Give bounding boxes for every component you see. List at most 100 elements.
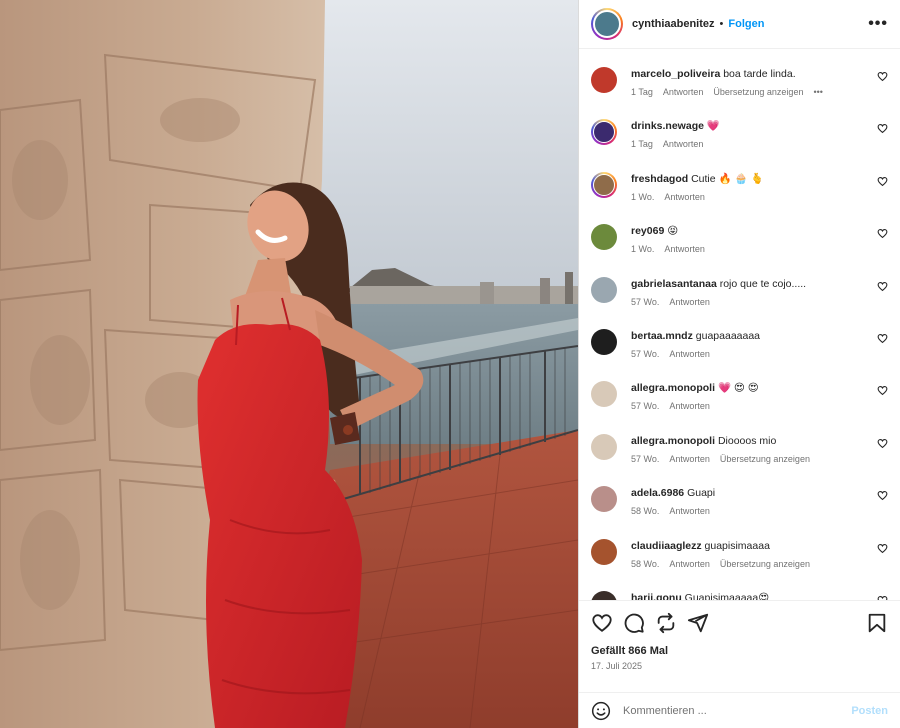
reply-button[interactable]: Antworten <box>669 349 710 359</box>
comment-heart-icon[interactable] <box>877 176 888 187</box>
commenter-username[interactable]: allegra.monopoli <box>631 435 715 447</box>
post-header: cynthiaabenitez • Folgen ••• <box>579 0 900 49</box>
heart-icon[interactable] <box>591 612 613 634</box>
commenter-avatar[interactable] <box>591 433 617 460</box>
comment-text: Guapi <box>687 487 716 500</box>
commenter-avatar[interactable] <box>591 171 617 198</box>
comment-heart-icon[interactable] <box>877 281 888 292</box>
comment-heart-icon[interactable] <box>877 490 888 501</box>
comment-time: 57 Wo. <box>631 401 660 412</box>
bookmark-icon[interactable] <box>866 612 888 634</box>
comment-more-icon[interactable]: ••• <box>813 87 822 97</box>
comment-heart-icon[interactable] <box>877 333 888 344</box>
comment-heart-icon[interactable] <box>877 543 888 554</box>
commenter-username[interactable]: drinks.newage <box>631 120 704 132</box>
comment-item: allegra.monopoli Dioooos mio 57 Wo. Antwor… <box>579 428 900 480</box>
comment-input[interactable] <box>623 704 852 717</box>
commenter-avatar[interactable] <box>591 538 617 565</box>
post-date: 17. Juli 2025 <box>591 661 643 671</box>
post-actions: Gefällt 866 Mal 17. Juli 2025 <box>579 600 900 692</box>
reply-button[interactable]: Antworten <box>669 506 710 516</box>
comments-list[interactable]: marcelo_poliveira boa tarde linda. 1 Tag A… <box>579 49 900 600</box>
commenter-username[interactable]: freshdagod <box>631 173 688 185</box>
translate-button[interactable]: Übersetzung anzeigen <box>720 454 810 464</box>
comment-text: 😝 <box>667 225 679 238</box>
author-avatar[interactable] <box>591 8 623 40</box>
post-photo[interactable] <box>0 0 578 728</box>
translate-button[interactable]: Übersetzung anzeigen <box>713 87 803 97</box>
comment-text: boa tarde linda. <box>723 68 796 80</box>
comment-item: rey069 😝 1 Wo. Antworten <box>579 218 900 270</box>
comment-time: 57 Wo. <box>631 453 660 464</box>
comment-time: 57 Wo. <box>631 348 660 359</box>
comment-time: 58 Wo. <box>631 506 660 517</box>
commenter-username[interactable]: marcelo_poliveira <box>631 68 720 80</box>
comment-heart-icon[interactable] <box>877 228 888 239</box>
reply-button[interactable]: Antworten <box>669 297 710 307</box>
commenter-username[interactable]: claudiiaaglezz <box>631 540 702 552</box>
author-username[interactable]: cynthiaabenitez <box>632 18 715 30</box>
reply-button[interactable]: Antworten <box>663 139 704 149</box>
comment-item: claudiiaaglezz guapisimaaaa 58 Wo. Antwort… <box>579 533 900 585</box>
comment-time: 58 Wo. <box>631 558 660 569</box>
comment-heart-icon[interactable] <box>877 385 888 396</box>
comment-item: drinks.newage 💗 1 Tag Antworten <box>579 113 900 165</box>
comment-item: marcelo_poliveira boa tarde linda. 1 Tag A… <box>579 61 900 113</box>
comment-heart-icon[interactable] <box>877 438 888 449</box>
comment-time: 1 Tag <box>631 87 653 97</box>
commenter-avatar[interactable] <box>591 486 617 513</box>
reply-button[interactable]: Antworten <box>669 401 710 411</box>
commenter-avatar[interactable] <box>591 224 617 251</box>
post-comment-button[interactable]: Posten <box>851 705 888 717</box>
commenter-username[interactable]: rey069 <box>631 225 664 237</box>
comment-composer: Posten <box>579 692 900 728</box>
share-icon[interactable] <box>687 612 709 634</box>
comment-text: guapaaaaaaa <box>695 329 761 342</box>
commenter-username[interactable]: harii.gonu <box>631 592 682 600</box>
commenter-avatar[interactable] <box>591 276 617 303</box>
comment-heart-icon[interactable] <box>877 595 888 600</box>
commenter-avatar[interactable] <box>591 67 617 93</box>
comment-icon[interactable] <box>623 612 645 634</box>
comment-item: freshdagod Cutie 🔥 🧁 🫰 1 Wo. Antworten <box>579 166 900 218</box>
commenter-avatar[interactable] <box>591 590 617 600</box>
commenter-avatar[interactable] <box>591 328 617 355</box>
reply-button[interactable]: Antworten <box>669 454 710 464</box>
comment-text: Dioooos mio <box>717 434 777 447</box>
comment-heart-icon[interactable] <box>877 123 888 134</box>
commenter-username[interactable]: adela.6986 <box>631 487 684 499</box>
post-image <box>0 0 578 728</box>
reply-button[interactable]: Antworten <box>664 244 705 254</box>
comment-item: bertaa.mndz guapaaaaaaa 57 Wo. Antworten <box>579 323 900 375</box>
comment-time: 1 Wo. <box>631 191 655 202</box>
comment-heart-icon[interactable] <box>877 71 888 82</box>
comment-text: 💗 😍 😍 <box>717 382 759 395</box>
comment-item: harii.gonu Guapisimaaaaa😍 <box>579 585 900 600</box>
header-separator: • <box>719 18 724 30</box>
follow-button[interactable]: Folgen <box>728 18 764 30</box>
commenter-avatar[interactable] <box>591 119 617 146</box>
comment-text: rojo que te cojo..... <box>719 277 807 290</box>
comment-time: 57 Wo. <box>631 296 660 307</box>
comment-item: gabrielasantanaa rojo que te cojo..... 57… <box>579 271 900 323</box>
translate-button[interactable]: Übersetzung anzeigen <box>720 559 810 569</box>
reply-button[interactable]: Antworten <box>663 87 704 97</box>
comment-item: adela.6986 Guapi 58 Wo. Antworten <box>579 480 900 532</box>
post-sidebar: cynthiaabenitez • Folgen ••• marcelo_pol… <box>578 0 900 728</box>
comment-time: 1 Wo. <box>631 244 655 255</box>
comment-text: guapisimaaaa <box>704 539 770 552</box>
repost-icon[interactable] <box>655 612 677 634</box>
commenter-username[interactable]: gabrielasantanaa <box>631 278 717 290</box>
commenter-avatar[interactable] <box>591 381 617 408</box>
comment-item: allegra.monopoli 💗 😍 😍 57 Wo. Antworten <box>579 375 900 427</box>
comment-text: Cutie 🔥 🧁 🫰 <box>691 172 764 185</box>
commenter-username[interactable]: bertaa.mndz <box>631 330 693 342</box>
reply-button[interactable]: Antworten <box>664 192 705 202</box>
comment-text: 💗 <box>706 120 720 133</box>
reply-button[interactable]: Antworten <box>669 559 710 569</box>
more-horizontal-icon[interactable]: ••• <box>868 15 888 33</box>
comment-text: Guapisimaaaaa😍 <box>684 591 770 600</box>
commenter-username[interactable]: allegra.monopoli <box>631 382 715 394</box>
emoji-icon[interactable] <box>591 701 611 721</box>
likes-count[interactable]: Gefällt 866 Mal <box>591 645 888 657</box>
